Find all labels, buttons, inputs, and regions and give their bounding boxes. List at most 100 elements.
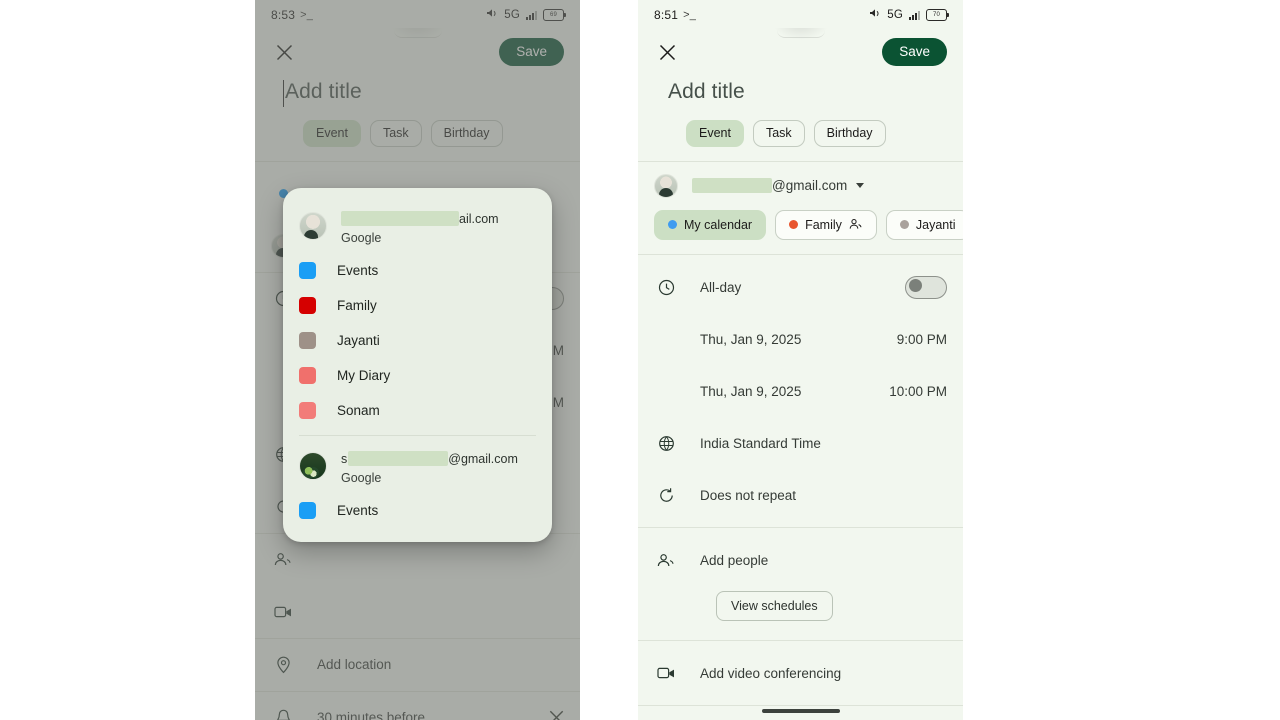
color-swatch [299, 297, 316, 314]
title-input[interactable]: Add title [285, 80, 564, 104]
view-schedules-button[interactable]: View schedules [716, 590, 833, 622]
end-datetime-row[interactable]: Thu, Jan 9, 2025 10:00 PM [638, 365, 963, 417]
status-bar-right: 5G 69 [486, 8, 566, 22]
all-day-toggle[interactable] [905, 275, 947, 299]
type-chip-birthday[interactable]: Birthday [430, 120, 503, 147]
repeat-icon [654, 487, 678, 504]
left-phone-panel: 8:53 >_ 5G 69 Save Add title Event Task … [255, 0, 580, 720]
calendar-chip-label: Family [805, 217, 842, 232]
network-type-label: 5G [887, 9, 903, 21]
toggle-knob [909, 279, 922, 292]
end-date[interactable]: Thu, Jan 9, 2025 [700, 384, 801, 399]
all-day-row[interactable]: All-day [638, 261, 963, 313]
calendar-chip-label: Jayanti [915, 217, 956, 232]
color-swatch [299, 367, 316, 384]
start-date[interactable]: Thu, Jan 9, 2025 [700, 332, 801, 347]
dialog-calendar-events[interactable]: Events [283, 253, 552, 288]
close-icon[interactable] [654, 39, 680, 65]
add-video-conferencing-row[interactable]: Add video conferencing [638, 641, 963, 705]
status-bar-right: 5G 70 [869, 8, 949, 22]
calendar-chip-strip[interactable]: My calendar Family Jayanti My D [638, 208, 963, 255]
people-section: Add people View schedules [638, 528, 963, 640]
chevron-down-icon[interactable] [856, 183, 865, 188]
dialog-calendar-label: Jayanti [337, 333, 380, 348]
account-selector-row[interactable]: @gmail.com [638, 162, 963, 208]
signal-bars-icon [909, 10, 920, 20]
avatar [654, 173, 678, 198]
video-camera-icon [271, 605, 295, 619]
volume-icon [486, 8, 498, 22]
dialog-account-1[interactable]: ail.com Google [283, 198, 552, 253]
dialog-calendar-label: My Diary [337, 368, 391, 383]
status-bar-left: 8:53 >_ [271, 8, 313, 22]
signal-bars-icon [526, 10, 537, 20]
account-email-suffix: @gmail.com [772, 178, 848, 193]
redacted-email-block [341, 211, 459, 226]
people-icon [271, 551, 295, 568]
dialog-account-2[interactable]: s @gmail.com Google [283, 438, 552, 493]
recurrence-row[interactable]: Does not repeat [638, 469, 963, 521]
left-notification-row[interactable]: 30 minutes before [255, 692, 580, 720]
people-icon [654, 552, 678, 569]
add-people-row[interactable]: Add people [638, 534, 963, 586]
status-time: 8:51 [654, 8, 679, 22]
left-notification-label: 30 minutes before [317, 710, 426, 720]
type-chip-birthday[interactable]: Birthday [813, 120, 886, 147]
timezone-row[interactable]: India Standard Time [638, 417, 963, 469]
dialog-account-2-provider: Google [341, 471, 382, 485]
battery-icon: 70 [926, 9, 949, 21]
start-datetime-row[interactable]: Thu, Jan 9, 2025 9:00 PM [638, 313, 963, 365]
dialog-calendar-label: Events [337, 263, 379, 278]
type-chip-task[interactable]: Task [369, 120, 422, 147]
left-title-wrap: Add title [255, 74, 580, 107]
dialog-calendar-sonam[interactable]: Sonam [283, 393, 552, 428]
type-chip-task[interactable]: Task [752, 120, 805, 147]
add-people-label: Add people [700, 552, 769, 568]
color-swatch [299, 332, 316, 349]
dialog-account-1-email-suffix: ail.com [459, 211, 499, 226]
recurrence-label: Does not repeat [700, 487, 797, 503]
dialog-calendar-events-2[interactable]: Events [283, 493, 552, 528]
left-location-label: Add location [317, 657, 392, 672]
start-time[interactable]: 9:00 PM [897, 332, 947, 347]
left-location-row[interactable]: Add location [255, 639, 580, 691]
add-video-conferencing-label: Add video conferencing [700, 665, 842, 681]
timezone-label: India Standard Time [700, 435, 821, 451]
calendar-chip-family[interactable]: Family [775, 209, 877, 240]
network-type-label: 5G [504, 9, 520, 21]
dialog-calendar-label: Events [337, 503, 379, 518]
status-bar-left: 8:51 >_ [654, 8, 696, 22]
redacted-email-block [348, 451, 449, 466]
calendar-chip-my-calendar[interactable]: My calendar [654, 209, 767, 240]
developer-mode-icon: >_ [300, 9, 314, 21]
bell-icon [271, 709, 295, 720]
end-time[interactable]: 10:00 PM [889, 384, 947, 399]
shared-calendar-icon [849, 218, 863, 233]
avatar [299, 452, 327, 480]
save-button[interactable]: Save [882, 38, 947, 66]
type-chip-event[interactable]: Event [303, 120, 361, 147]
color-swatch [299, 262, 316, 279]
developer-mode-icon: >_ [683, 9, 697, 21]
save-button[interactable]: Save [499, 38, 564, 66]
dialog-calendar-family[interactable]: Family [283, 288, 552, 323]
remove-notification-icon[interactable] [549, 710, 564, 720]
title-input[interactable]: Add title [668, 80, 947, 104]
left-video-row[interactable] [255, 586, 580, 638]
right-phone-panel: 8:51 >_ 5G 70 Save Add title Event Task … [638, 0, 963, 720]
battery-level-label: 70 [932, 12, 941, 18]
left-status-bar: 8:53 >_ 5G 69 [255, 0, 580, 30]
gesture-bar[interactable] [761, 709, 840, 713]
calendar-chip-jayanti[interactable]: Jayanti [885, 209, 963, 240]
type-chip-event[interactable]: Event [686, 120, 744, 147]
right-title-wrap: Add title [638, 74, 963, 104]
dialog-calendar-my-diary[interactable]: My Diary [283, 358, 552, 393]
right-app-bar: Save [638, 30, 963, 74]
location-pin-icon [271, 656, 295, 674]
account-email: @gmail.com [692, 178, 865, 193]
close-icon[interactable] [271, 39, 297, 65]
dialog-calendar-jayanti[interactable]: Jayanti [283, 323, 552, 358]
view-schedules-row: View schedules [638, 586, 963, 634]
left-event-type-chips: Event Task Birthday [255, 104, 580, 161]
globe-icon [654, 435, 678, 452]
